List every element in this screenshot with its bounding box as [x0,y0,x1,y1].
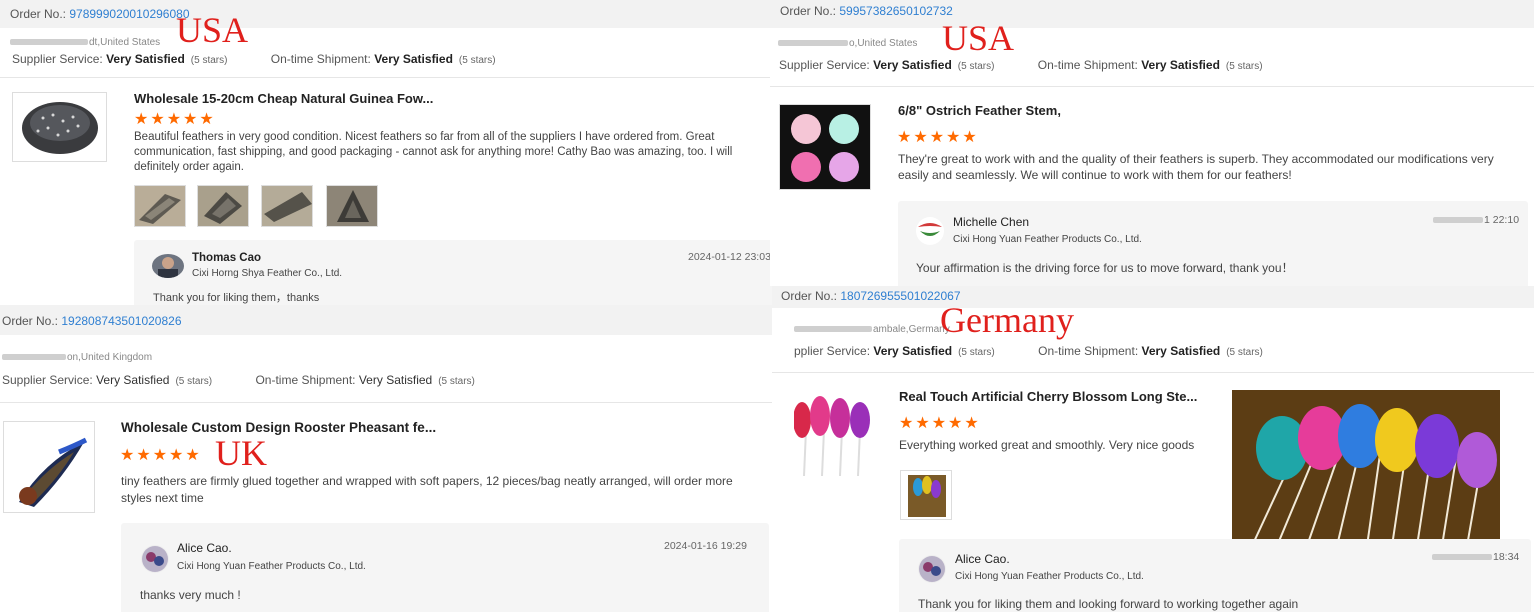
product-thumbnail[interactable] [794,390,874,476]
review-photo[interactable] [134,185,186,227]
review-photo[interactable] [261,185,313,227]
buyer-location: o,United States [778,38,917,49]
reply-company: Cixi Hong Yuan Feather Products Co., Ltd… [953,234,1142,245]
reply-company: Cixi Horng Shya Feather Co., Ltd. [192,268,343,279]
review-panel-3: Order No.: 192808743501020826 on,United … [0,305,772,612]
review-comment: Everything worked great and smoothly. Ve… [899,438,1195,452]
order-bar: Order No.: 978999020010296080 [0,0,772,28]
rating-stars: ★★★★★ [120,447,202,464]
service-ratings: Supplier Service: Very Satisfied (5 stars… [2,373,475,387]
product-title[interactable]: 6/8" Ostrich Feather Stem, [898,103,1061,118]
reply-name: Michelle Chen [953,215,1030,229]
service-ratings: pplier Service: Very Satisfied (5 stars) … [794,344,1263,358]
avatar [141,545,169,573]
order-number-link[interactable]: 192808743501020826 [61,314,181,328]
reply-name: Thomas Cao [192,252,262,264]
buyer-location: ambale,Germany [794,324,950,335]
order-bar: Order No.: 192808743501020826 [0,305,772,335]
review-photo[interactable] [197,185,249,227]
buyer-location: dt,United States [10,37,160,48]
product-thumbnail[interactable] [779,104,871,190]
seller-reply: Thomas Cao Cixi Horng Shya Feather Co., … [134,240,772,305]
product-title[interactable]: Wholesale Custom Design Rooster Pheasant… [121,420,436,435]
review-panel-1: Order No.: 978999020010296080 dt,United … [0,0,772,305]
review-panel-2: Order No.: 59957382650102732 o,United St… [770,0,1534,286]
product-title[interactable]: Wholesale 15-20cm Cheap Natural Guinea F… [134,91,433,106]
reply-company: Cixi Hong Yuan Feather Products Co., Ltd… [955,571,1144,582]
reply-text: Thank you for liking them and looking fo… [918,597,1299,611]
country-label: USA [942,18,1015,58]
order-bar: Order No.: 180726955501022067 [772,286,1534,308]
reply-text: thanks very much ! [140,588,241,602]
rating-stars: ★★★★★ [134,111,216,128]
rating-stars: ★★★★★ [899,415,981,432]
avatar [916,217,944,245]
product-thumbnail[interactable] [12,92,107,162]
buyer-location: on,United Kingdom [2,352,152,363]
product-title[interactable]: Real Touch Artificial Cherry Blossom Lon… [899,389,1197,404]
order-label: Order No.: [10,7,67,21]
country-label: Germany [940,300,1074,340]
rating-stars: ★★★★★ [897,129,979,146]
reply-time: 1 22:10 [1433,214,1519,226]
order-label: Order No.: [781,289,838,303]
order-number-link[interactable]: 978999020010296080 [69,7,189,21]
order-label: Order No.: [2,314,59,328]
country-label: USA [176,10,249,50]
order-bar: Order No.: 59957382650102732 [770,0,1534,28]
reply-text: Your affirmation is the driving force fo… [916,261,1294,275]
review-panel-4: Order No.: 180726955501022067 ambale,Ger… [772,286,1534,612]
seller-reply: Michelle Chen Cixi Hong Yuan Feather Pro… [898,201,1528,286]
country-label: UK [215,433,267,473]
seller-reply: Alice Cao. Cixi Hong Yuan Feather Produc… [121,523,769,612]
service-ratings: Supplier Service: Very Satisfied (5 stars… [779,58,1263,72]
review-comment: Beautiful feathers in very good conditio… [134,131,733,173]
seller-reply: Alice Cao. Cixi Hong Yuan Feather Produc… [899,539,1531,612]
reply-time: 18:34 [1432,551,1519,563]
order-number-link[interactable]: 59957382650102732 [839,4,952,18]
review-photo-large[interactable] [1232,390,1500,546]
reply-time: 2024-01-16 19:29 [664,540,747,552]
review-photo[interactable] [326,185,378,227]
review-comment: They're great to work with and the quali… [898,152,1494,182]
review-photo[interactable] [900,470,952,520]
reply-name: Alice Cao. [955,552,1010,566]
reply-text: Thank you for liking them，thanks [153,292,320,304]
product-thumbnail[interactable] [3,421,95,513]
review-comment: tiny feathers are firmly glued together … [121,474,733,505]
reply-name: Alice Cao. [177,541,232,555]
order-label: Order No.: [780,4,837,18]
reply-time: 2024-01-12 23:03 [688,251,771,263]
service-ratings: Supplier Service: Very Satisfied (5 stars… [12,52,496,66]
avatar [152,254,184,278]
reply-company: Cixi Hong Yuan Feather Products Co., Ltd… [177,561,366,572]
avatar [918,555,946,583]
